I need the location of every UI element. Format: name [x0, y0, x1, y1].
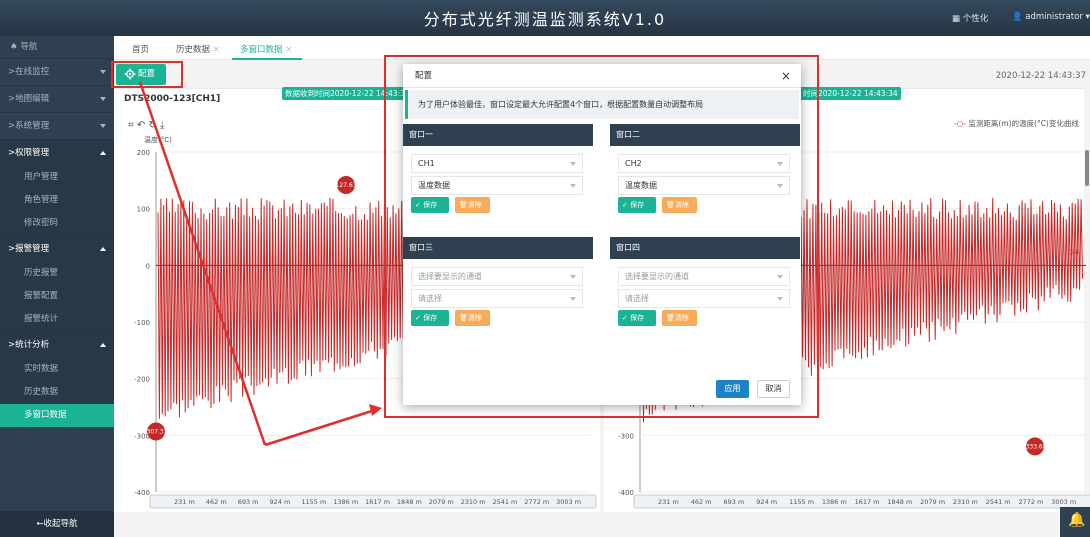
- scrollbar[interactable]: [1085, 150, 1089, 186]
- annotation-arrows: [138, 81, 382, 447]
- notification-bell[interactable]: 🔔: [1060, 507, 1090, 537]
- bell-icon: 🔔: [1068, 512, 1086, 528]
